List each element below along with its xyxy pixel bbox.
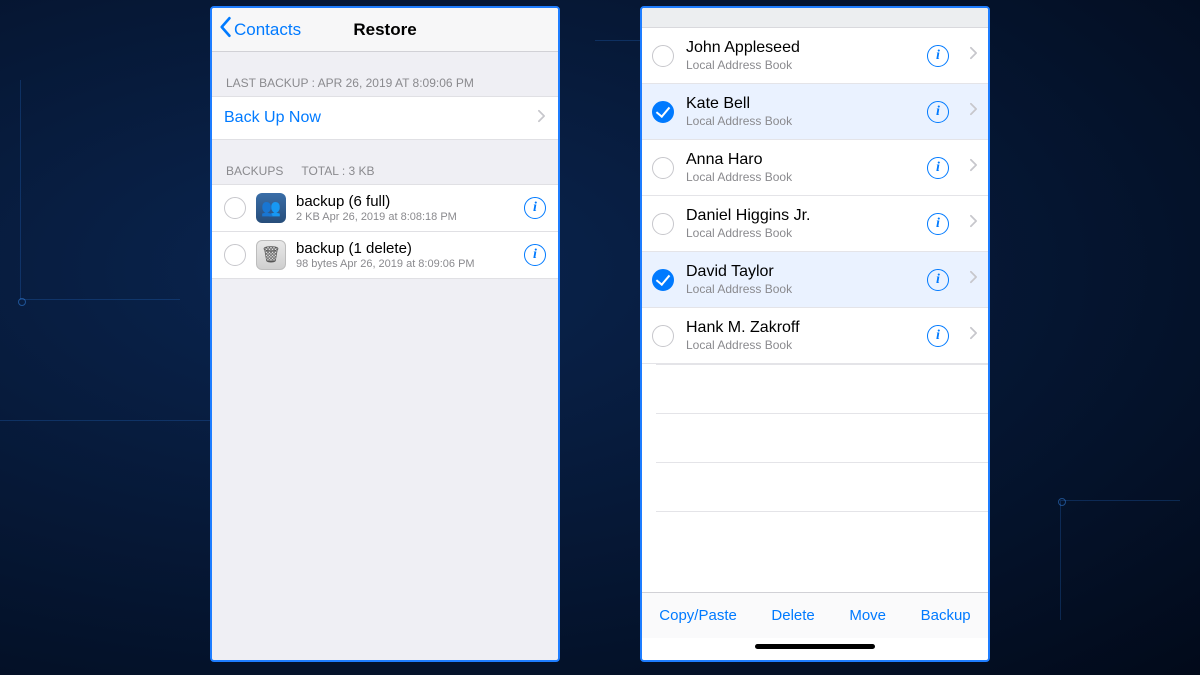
last-backup-header: LAST BACKUP : APR 26, 2019 AT 8:09:06 PM — [212, 52, 558, 96]
contact-source: Local Address Book — [686, 114, 915, 128]
backup-text: backup (6 full)2 KB Apr 26, 2019 at 8:08… — [296, 193, 514, 223]
contact-source: Local Address Book — [686, 282, 915, 296]
backup-title: backup (1 delete) — [296, 240, 514, 257]
trash-icon: 🗑 — [256, 240, 286, 270]
contact-row[interactable]: Hank M. ZakroffLocal Address Book i — [642, 308, 988, 364]
contact-row[interactable]: Daniel Higgins Jr.Local Address Book i — [642, 196, 988, 252]
copy-paste-button[interactable]: Copy/Paste — [659, 607, 737, 624]
chevron-right-icon — [537, 109, 546, 128]
select-radio[interactable] — [652, 325, 674, 347]
info-icon[interactable]: i — [927, 157, 949, 179]
contact-row[interactable]: Anna HaroLocal Address Book i — [642, 140, 988, 196]
delete-button[interactable]: Delete — [771, 607, 814, 624]
top-strip — [642, 8, 988, 28]
select-radio[interactable] — [652, 45, 674, 67]
navbar: Contacts Restore — [212, 8, 558, 52]
backup-now-label: Back Up Now — [224, 109, 321, 127]
contact-list: John AppleseedLocal Address BookiKate Be… — [642, 28, 988, 364]
backup-subtitle: 2 KB Apr 26, 2019 at 8:08:18 PM — [296, 211, 514, 223]
chevron-left-icon — [218, 16, 234, 43]
empty-area — [642, 364, 988, 592]
contact-text: Anna HaroLocal Address Book — [686, 151, 915, 184]
contacts-select-screen: John AppleseedLocal Address BookiKate Be… — [640, 6, 990, 662]
select-radio[interactable] — [224, 197, 246, 219]
info-icon[interactable]: i — [927, 213, 949, 235]
backups-header: BACKUPS TOTAL : 3 KB — [212, 140, 558, 184]
last-backup-text: LAST BACKUP : APR 26, 2019 AT 8:09:06 PM — [226, 76, 474, 90]
info-icon[interactable]: i — [524, 244, 546, 266]
select-radio[interactable] — [224, 244, 246, 266]
info-icon[interactable]: i — [927, 45, 949, 67]
backup-title: backup (6 full) — [296, 193, 514, 210]
contact-name: Anna Haro — [686, 151, 915, 169]
contact-text: Kate BellLocal Address Book — [686, 95, 915, 128]
contact-source: Local Address Book — [686, 58, 915, 72]
contact-text: Daniel Higgins Jr.Local Address Book — [686, 207, 915, 240]
contact-name: Hank M. Zakroff — [686, 319, 915, 337]
bottom-toolbar: Copy/Paste Delete Move Backup — [642, 592, 988, 638]
backups-header-label: BACKUPS — [226, 164, 283, 178]
contact-source: Local Address Book — [686, 170, 915, 184]
chevron-right-icon — [969, 326, 978, 345]
contact-text: John AppleseedLocal Address Book — [686, 39, 915, 72]
contact-name: David Taylor — [686, 263, 915, 281]
select-radio[interactable] — [652, 213, 674, 235]
restore-screen: Contacts Restore LAST BACKUP : APR 26, 2… — [210, 6, 560, 662]
chevron-right-icon — [969, 46, 978, 65]
backup-row[interactable]: 👥 backup (6 full)2 KB Apr 26, 2019 at 8:0… — [212, 184, 558, 232]
chevron-right-icon — [969, 270, 978, 289]
select-radio[interactable] — [652, 269, 674, 291]
backup-row[interactable]: 🗑 backup (1 delete)98 bytes Apr 26, 2019 … — [212, 232, 558, 279]
contacts-icon: 👥 — [256, 193, 286, 223]
back-label: Contacts — [234, 20, 301, 40]
backups-total-label: TOTAL : 3 KB — [301, 164, 374, 178]
backup-list: 👥 backup (6 full)2 KB Apr 26, 2019 at 8:0… — [212, 184, 558, 279]
backup-subtitle: 98 bytes Apr 26, 2019 at 8:09:06 PM — [296, 258, 514, 270]
backup-now-button[interactable]: Back Up Now — [212, 96, 558, 140]
contact-name: Kate Bell — [686, 95, 915, 113]
chevron-right-icon — [969, 158, 978, 177]
chevron-right-icon — [969, 214, 978, 233]
info-icon[interactable]: i — [927, 269, 949, 291]
contact-text: David TaylorLocal Address Book — [686, 263, 915, 296]
contact-row[interactable]: Kate BellLocal Address Book i — [642, 84, 988, 140]
info-icon[interactable]: i — [927, 325, 949, 347]
backup-button[interactable]: Backup — [921, 607, 971, 624]
contact-source: Local Address Book — [686, 338, 915, 352]
move-button[interactable]: Move — [849, 607, 886, 624]
contact-name: Daniel Higgins Jr. — [686, 207, 915, 225]
backup-text: backup (1 delete)98 bytes Apr 26, 2019 a… — [296, 240, 514, 270]
info-icon[interactable]: i — [524, 197, 546, 219]
contact-row[interactable]: David TaylorLocal Address Book i — [642, 252, 988, 308]
chevron-right-icon — [969, 102, 978, 121]
info-icon[interactable]: i — [927, 101, 949, 123]
contact-text: Hank M. ZakroffLocal Address Book — [686, 319, 915, 352]
contact-name: John Appleseed — [686, 39, 915, 57]
back-button[interactable]: Contacts — [212, 16, 301, 43]
contact-row[interactable]: John AppleseedLocal Address Book i — [642, 28, 988, 84]
contact-source: Local Address Book — [686, 226, 915, 240]
select-radio[interactable] — [652, 101, 674, 123]
home-indicator — [642, 638, 988, 660]
select-radio[interactable] — [652, 157, 674, 179]
